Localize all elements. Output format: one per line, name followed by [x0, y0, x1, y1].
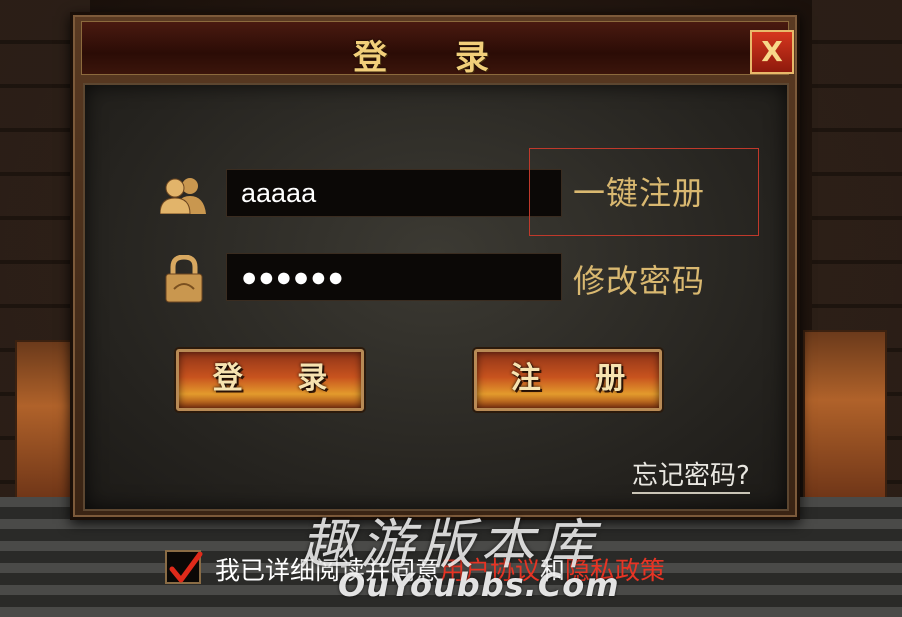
- agreement-and: 和: [540, 556, 566, 585]
- title-bar: 登 录 X: [81, 21, 794, 78]
- close-icon: X: [761, 35, 783, 68]
- user-agreement-link[interactable]: 用户协议: [440, 556, 540, 585]
- password-input[interactable]: ●●●●●●: [226, 253, 562, 301]
- close-button[interactable]: X: [750, 30, 794, 74]
- username-input[interactable]: aaaaa: [226, 169, 562, 217]
- username-value: aaaaa: [241, 178, 317, 208]
- change-password-link[interactable]: 修改密码: [573, 256, 705, 302]
- agreement-checkbox[interactable]: [165, 550, 203, 584]
- agreement-prefix: 我已详细阅读并同意: [215, 556, 441, 585]
- password-value: ●●●●●●: [241, 262, 345, 292]
- agreement-row: 我已详细阅读并同意用户协议和隐私政策: [165, 548, 785, 588]
- agreement-text: 我已详细阅读并同意用户协议和隐私政策: [215, 551, 665, 587]
- check-icon: [169, 551, 203, 583]
- forgot-password-link[interactable]: 忘记密码?: [632, 460, 750, 494]
- login-button[interactable]: 登 录: [176, 349, 364, 411]
- lock-icon: [165, 255, 203, 303]
- users-icon: [160, 178, 206, 214]
- dialog-title: 登 录: [353, 38, 517, 78]
- background-altar-right: [803, 330, 887, 504]
- register-button[interactable]: 注 册: [474, 349, 662, 411]
- quick-register-link[interactable]: 一键注册: [573, 168, 705, 214]
- privacy-policy-link[interactable]: 隐私政策: [565, 556, 665, 585]
